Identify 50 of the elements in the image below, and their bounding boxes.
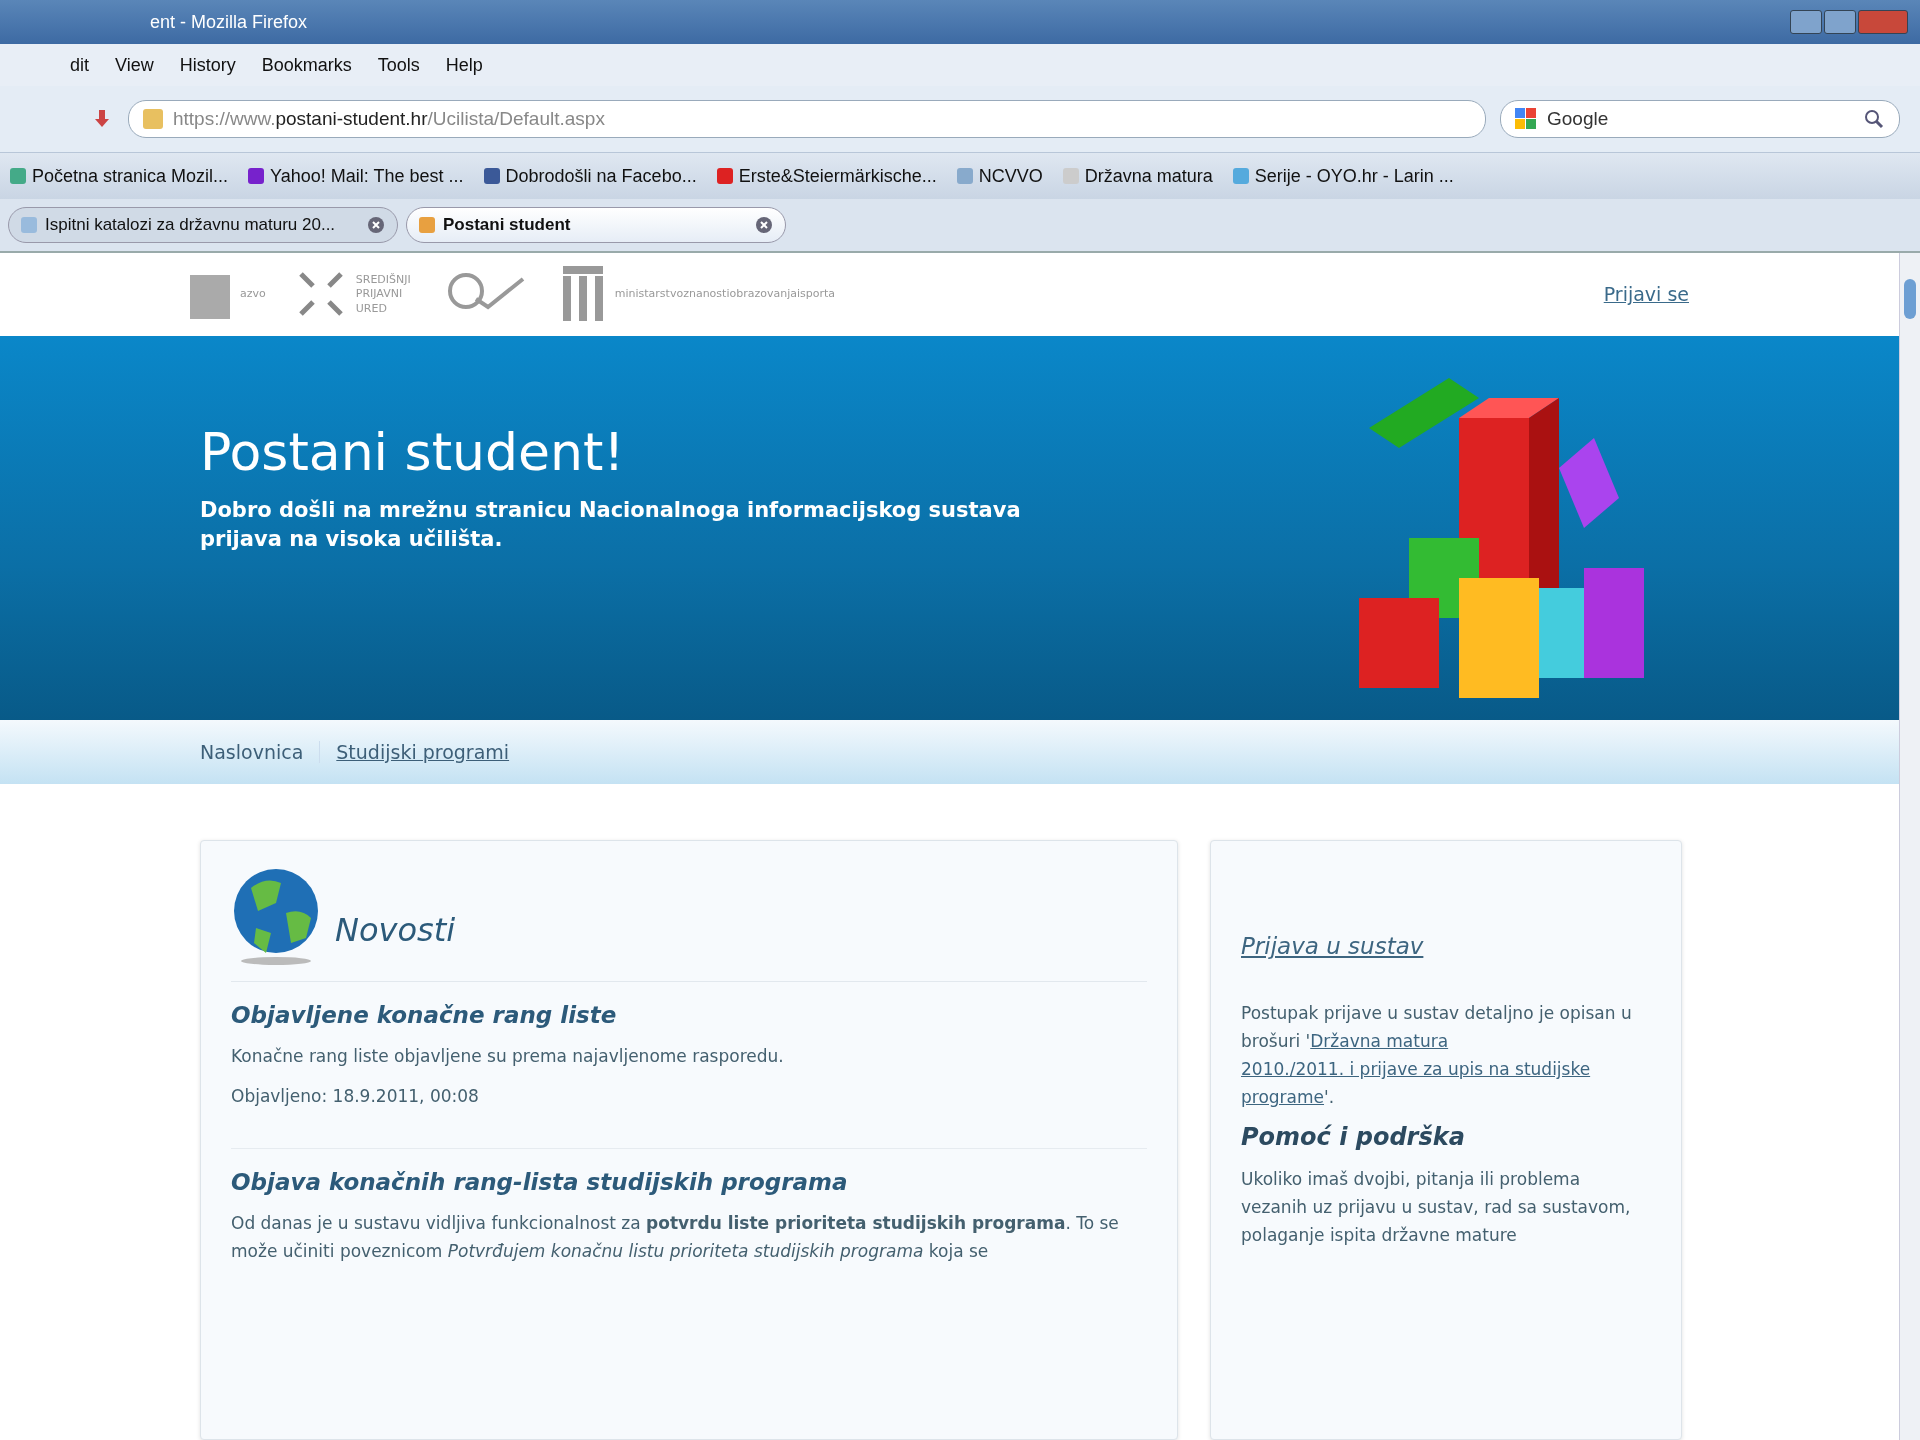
- close-button[interactable]: [1858, 10, 1908, 34]
- nav-link[interactable]: Naslovnica: [200, 741, 321, 764]
- logo-text: SREDIŠNJI PRIJAVNI URED: [355, 273, 411, 316]
- menu-item[interactable]: Bookmarks: [261, 54, 352, 76]
- close-icon[interactable]: [755, 216, 773, 234]
- brochure-link[interactable]: Državna matura: [1310, 1031, 1449, 1052]
- hero-subtitle: Dobro došli na mrežnu stranicu Nacionalnoga informacijskog sustava prijava na visoka učilišta.: [200, 496, 1022, 553]
- login-link[interactable]: Prijavi se: [1603, 283, 1689, 306]
- bookmark-item[interactable]: Erste&Steiermärkische...: [716, 165, 937, 187]
- address-field[interactable]: https://www.postani-student.hr/Ucilista/Default.aspx: [128, 100, 1486, 138]
- menu-item[interactable]: Tools: [377, 54, 420, 76]
- menu-item[interactable]: Help: [445, 54, 483, 76]
- search-icon[interactable]: [1863, 108, 1885, 130]
- bookmark-item[interactable]: Početna stranica Mozil...: [10, 165, 229, 187]
- news-title: Objava konačnih rang-lista studijskih programa: [231, 1169, 849, 1196]
- hero-title: Postani student!: [200, 421, 626, 482]
- nav-link[interactable]: Studijski programi: [320, 741, 526, 764]
- menu-item[interactable]: History: [179, 54, 236, 76]
- bookmark-item[interactable]: Serije - OYO.hr - Larin ...: [1232, 165, 1454, 187]
- brochure-link[interactable]: programe: [1241, 1087, 1325, 1108]
- sidebar-text: Postupak prijave u sustav detaljno je opisan u brošuri 'Državna matura 2010./2011. i prijave za upis na studijske programe'.: [1241, 1002, 1633, 1110]
- site-icon: [143, 109, 163, 129]
- window-title: ent - Mozilla Firefox: [150, 11, 308, 33]
- news-text: Od danas je u sustavu vidljiva funkcionalnost za potvrdu liste prioriteta studijskih programa. To se može učiniti poveznicom Potvrđujem konačnu listu prioriteta studijskih programa koja se: [231, 1212, 1120, 1264]
- bookmark-item[interactable]: Dobrodošli na Facebo...: [483, 165, 697, 187]
- scroll-thumb[interactable]: [1904, 279, 1916, 319]
- scrollbar[interactable]: [1899, 253, 1920, 1440]
- help-text: Ukoliko imaš dvojbi, pitanja ili problema vezanih uz prijavu u sustav, rad sa sustavom, polaganje ispita državne mature: [1241, 1168, 1632, 1248]
- menu-item[interactable]: View: [115, 54, 154, 76]
- bookmark-item[interactable]: Državna matura: [1062, 165, 1213, 187]
- bookmark-item[interactable]: Yahoo! Mail: The best ...: [248, 165, 464, 187]
- browser-tab[interactable]: Ispitni katalozi za državnu maturu 20...: [8, 207, 398, 243]
- news-text: Konačne rang liste objavljene su prema najavljenome rasporedu.: [231, 1045, 785, 1068]
- login-link[interactable]: Prijava u sustav: [1241, 933, 1424, 959]
- search-engine-icon: [1515, 108, 1537, 130]
- maximize-button[interactable]: [1824, 10, 1856, 34]
- help-heading: Pomoć i podrška: [1241, 1123, 1466, 1152]
- search-field[interactable]: Google: [1500, 100, 1900, 138]
- bookmark-item[interactable]: NCVVO: [956, 165, 1043, 187]
- news-heading: Novosti: [335, 910, 456, 949]
- logo-text: ministarstvoznanostiobrazovanjaisporta: [614, 287, 836, 302]
- logo-text: azvo: [240, 287, 266, 302]
- browser-tab[interactable]: Postani student: [406, 207, 786, 243]
- brochure-link[interactable]: 2010./2011. i prijave za upis na studijske: [1241, 1059, 1591, 1080]
- news-date: Objavljeno: 18.9.2011, 00:08: [231, 1085, 480, 1109]
- menu-item[interactable]: dit: [70, 54, 89, 76]
- news-title: Objavljene konačne rang liste: [231, 1002, 618, 1028]
- close-icon[interactable]: [367, 216, 385, 234]
- minimize-button[interactable]: [1790, 10, 1822, 34]
- url-text: https://www.postani-student.hr/Ucilista/Default.aspx: [173, 108, 605, 130]
